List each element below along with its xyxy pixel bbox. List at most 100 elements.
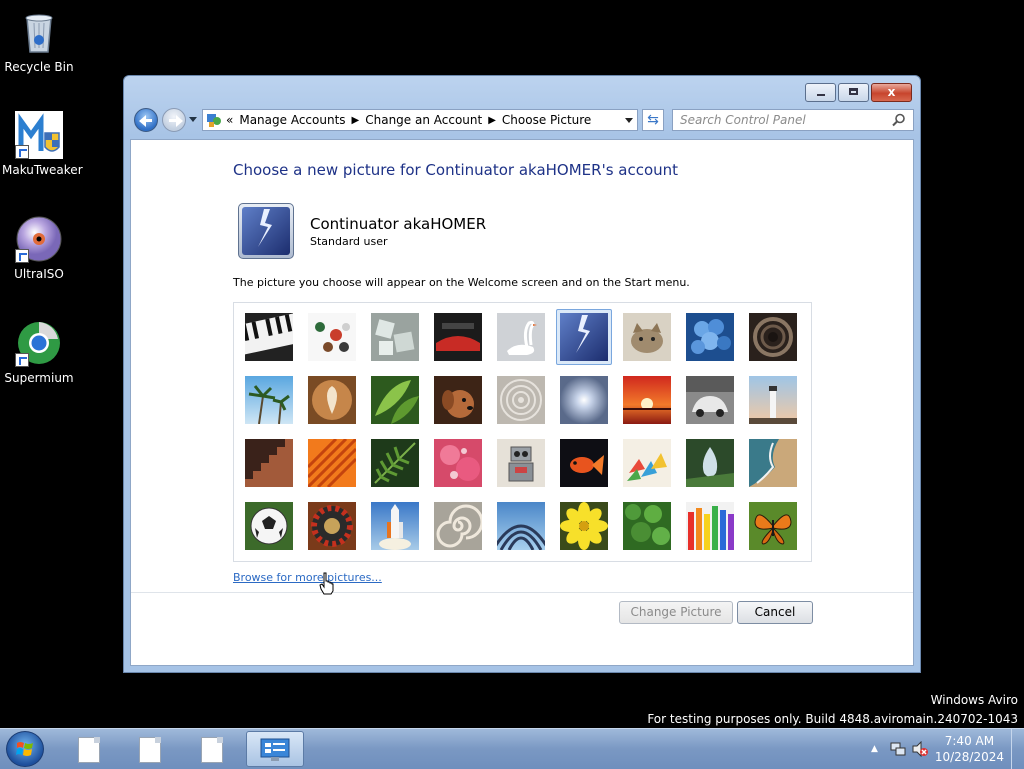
recent-pages-dropdown-icon[interactable]: [189, 117, 197, 122]
breadcrumb-separator-icon[interactable]: ▶: [352, 115, 360, 126]
clock-date: 10/28/2024: [934, 750, 1004, 764]
picture-option-piano-keys[interactable]: [245, 313, 293, 361]
picture-option-goldfish[interactable]: [560, 439, 608, 487]
taskbar-item-document-2[interactable]: [121, 731, 179, 767]
picture-option-green-leaves[interactable]: [371, 376, 419, 424]
refresh-button[interactable]: ⇆: [642, 109, 664, 131]
recycle-bin-icon: [15, 8, 63, 56]
address-dropdown-icon[interactable]: [625, 118, 633, 123]
current-account-picture: [238, 203, 294, 259]
picture-option-orange-flower[interactable]: [308, 439, 356, 487]
picture-description: The picture you choose will appear on th…: [233, 276, 690, 289]
forward-button[interactable]: [162, 108, 186, 132]
desktop-icon-supermium[interactable]: Supermium: [2, 319, 76, 385]
picture-option-nautilus-shell[interactable]: [434, 502, 482, 550]
search-icon[interactable]: [891, 113, 907, 127]
choose-picture-window: x « Manage Accounts ▶ Change an Account: [123, 75, 921, 673]
divider: [131, 592, 913, 593]
windows-logo-icon: [16, 742, 33, 756]
breadcrumb-choose-picture[interactable]: Choose Picture: [502, 113, 591, 127]
picture-option-coast[interactable]: [749, 439, 797, 487]
document-icon: [201, 737, 223, 763]
picture-option-fern-leaf[interactable]: [371, 439, 419, 487]
breadcrumb-overflow[interactable]: «: [226, 113, 233, 127]
picture-option-shrub[interactable]: [623, 502, 671, 550]
lightning-picture: [242, 207, 290, 255]
picture-option-space-shuttle[interactable]: [371, 502, 419, 550]
maximize-button[interactable]: [838, 83, 869, 102]
picture-option-latte-art[interactable]: [308, 376, 356, 424]
taskbar: ▲ 7:40 AM 10/28/2024: [0, 728, 1024, 769]
system-tray: ▲: [868, 741, 928, 759]
show-hidden-icons-icon[interactable]: ▲: [871, 744, 878, 754]
hand-cursor-icon: [319, 572, 335, 596]
start-button[interactable]: [6, 731, 44, 767]
close-icon: x: [887, 85, 896, 99]
window-controls: x: [805, 83, 912, 102]
navigation-bar: « Manage Accounts ▶ Change an Account ▶ …: [132, 106, 914, 134]
desktop-icon-recycle-bin[interactable]: Recycle Bin: [2, 8, 76, 74]
desktop-icon-label: UltraISO: [14, 267, 64, 281]
clock[interactable]: 7:40 AM 10/28/2024: [935, 733, 1004, 765]
taskbar-item-control-panel[interactable]: [246, 731, 304, 767]
picture-option-beetle-car[interactable]: [686, 376, 734, 424]
picture-option-ice-cubes[interactable]: [371, 313, 419, 361]
picture-option-palm-trees[interactable]: [245, 376, 293, 424]
watermark-edition: Windows Aviro: [930, 693, 1018, 707]
breadcrumb-manage-accounts[interactable]: Manage Accounts: [239, 113, 345, 127]
picture-option-sand-spiral[interactable]: [497, 376, 545, 424]
picture-option-bowls[interactable]: [308, 313, 356, 361]
minimize-icon: [817, 94, 825, 96]
disc-icon: [15, 215, 63, 263]
picture-option-hydrangea[interactable]: [686, 313, 734, 361]
breadcrumb-separator-icon[interactable]: ▶: [488, 115, 496, 126]
picture-option-crayons[interactable]: [686, 502, 734, 550]
volume-muted-icon[interactable]: [912, 741, 928, 757]
picture-option-yellow-flower[interactable]: [560, 502, 608, 550]
address-bar[interactable]: « Manage Accounts ▶ Change an Account ▶ …: [202, 109, 638, 131]
desktop-icon-ultraiso[interactable]: UltraISO: [2, 215, 76, 281]
search-input[interactable]: Search Control Panel: [672, 109, 914, 131]
maximize-icon: [849, 88, 858, 95]
picture-option-steel-arches[interactable]: [497, 502, 545, 550]
network-icon[interactable]: [890, 741, 906, 757]
picture-option-kitten[interactable]: [623, 313, 671, 361]
picture-option-robot[interactable]: [497, 439, 545, 487]
picture-option-water-drop[interactable]: [686, 439, 734, 487]
picture-option-sunset[interactable]: [623, 376, 671, 424]
back-button[interactable]: [134, 108, 158, 132]
document-icon: [78, 737, 100, 763]
desktop-icon-label: MakuTweaker: [2, 163, 83, 177]
makutweaker-icon: [15, 111, 63, 159]
picture-option-dog[interactable]: [434, 376, 482, 424]
picture-option-spiral-stairs[interactable]: [749, 313, 797, 361]
picture-option-lightning[interactable]: [560, 313, 608, 361]
desktop-icon-label: Supermium: [4, 371, 74, 385]
taskbar-item-document-3[interactable]: [183, 731, 241, 767]
picture-option-butterfly[interactable]: [749, 502, 797, 550]
account-type: Standard user: [310, 235, 388, 248]
refresh-icon: ⇆: [647, 112, 659, 128]
picture-option-origami-cranes[interactable]: [623, 439, 671, 487]
picture-option-pink-flower[interactable]: [434, 439, 482, 487]
change-picture-button[interactable]: Change Picture: [619, 601, 733, 624]
picture-option-stairs[interactable]: [245, 439, 293, 487]
picture-option-swan[interactable]: [497, 313, 545, 361]
picture-option-soccer-ball[interactable]: [245, 502, 293, 550]
minimize-button[interactable]: [805, 83, 836, 102]
picture-option-lighthouse[interactable]: [749, 376, 797, 424]
cancel-button[interactable]: Cancel: [737, 601, 813, 624]
show-desktop-button[interactable]: [1011, 729, 1024, 769]
close-button[interactable]: x: [871, 83, 912, 102]
picture-option-sun-sky[interactable]: [560, 376, 608, 424]
shortcut-arrow-icon: [15, 145, 29, 159]
picture-option-roulette[interactable]: [308, 502, 356, 550]
clock-time: 7:40 AM: [944, 734, 995, 748]
desktop-icon-makutweaker[interactable]: MakuTweaker: [2, 111, 83, 177]
browse-more-pictures-link[interactable]: Browse for more pictures...: [233, 571, 382, 584]
page-title: Choose a new picture for Continuator aka…: [233, 161, 679, 179]
document-icon: [139, 737, 161, 763]
breadcrumb-change-account[interactable]: Change an Account: [365, 113, 482, 127]
picture-option-red-car-interior[interactable]: [434, 313, 482, 361]
taskbar-item-document-1[interactable]: [60, 731, 118, 767]
